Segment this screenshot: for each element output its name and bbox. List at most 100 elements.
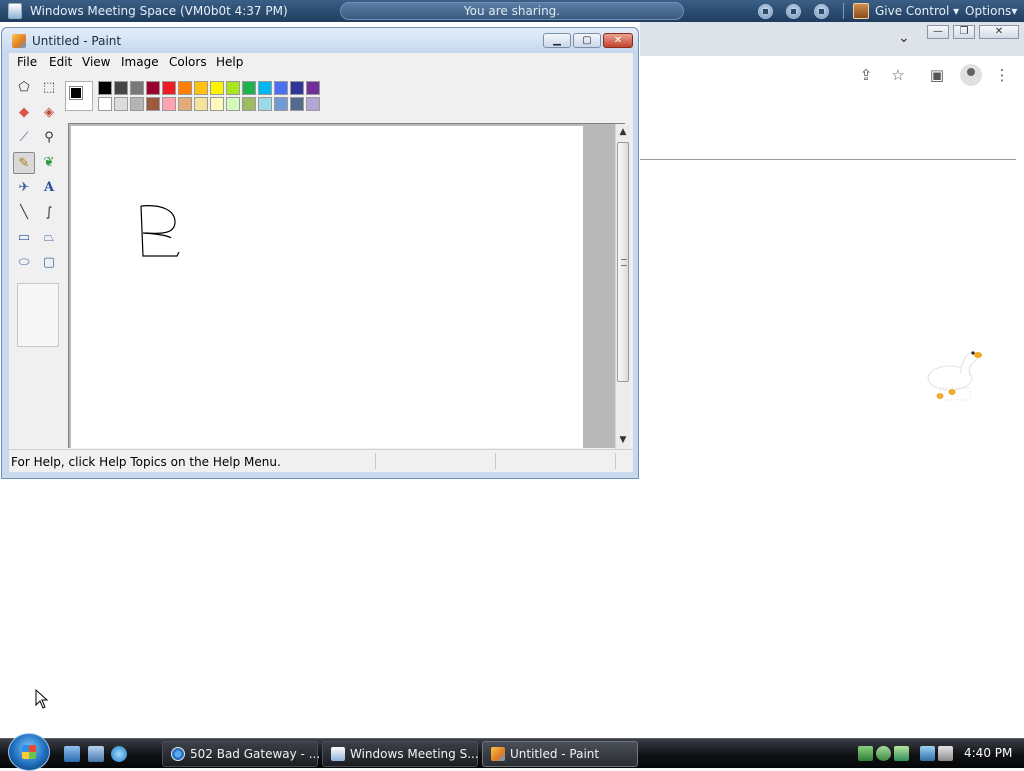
sync-icon[interactable] xyxy=(894,746,909,761)
browser-tab-strip: ⌄ — ❐ ✕ xyxy=(640,22,1024,56)
more-menu-icon[interactable]: ⋮ xyxy=(993,66,1011,84)
palette-swatch[interactable] xyxy=(290,97,304,111)
chevron-down-icon[interactable]: ⌄ xyxy=(898,30,910,46)
palette-swatch[interactable] xyxy=(274,97,288,111)
menu-edit[interactable]: Edit xyxy=(49,55,72,69)
palette-swatch[interactable] xyxy=(258,81,272,95)
menu-view[interactable]: View xyxy=(82,55,110,69)
line-icon[interactable]: ╲ xyxy=(13,202,35,224)
give-control-icon xyxy=(853,3,869,19)
menu-image[interactable]: Image xyxy=(121,55,159,69)
rect-select-icon[interactable]: ⬚ xyxy=(38,77,60,99)
airbrush-icon[interactable]: ✈ xyxy=(13,177,35,199)
meeting-tray-icon[interactable] xyxy=(858,746,873,761)
palette-swatch[interactable] xyxy=(226,97,240,111)
brush-icon[interactable]: ❦ xyxy=(38,152,60,174)
task-label: Untitled - Paint xyxy=(510,747,600,761)
palette-swatch[interactable] xyxy=(178,97,192,111)
bookmark-star-icon[interactable]: ☆ xyxy=(889,66,907,84)
palette-swatch[interactable] xyxy=(98,81,112,95)
scroll-up-icon[interactable]: ▲ xyxy=(616,125,630,139)
task-meeting-space[interactable]: Windows Meeting S... xyxy=(322,741,479,767)
palette-swatch[interactable] xyxy=(98,97,112,111)
menu-file[interactable]: File xyxy=(17,55,37,69)
text-icon[interactable]: A xyxy=(38,177,60,199)
drawing-letter: B xyxy=(71,126,72,127)
options-button[interactable]: Options▾ xyxy=(965,4,1017,18)
palette-swatch[interactable] xyxy=(306,97,320,111)
internet-explorer-icon[interactable] xyxy=(111,746,127,762)
restore-icon[interactable]: ❐ xyxy=(953,25,975,39)
profile-avatar-icon[interactable] xyxy=(960,64,982,86)
palette-swatch[interactable] xyxy=(194,81,208,95)
palette-swatch[interactable] xyxy=(274,81,288,95)
scroll-thumb[interactable] xyxy=(617,142,629,382)
close-button[interactable]: ✕ xyxy=(603,33,633,48)
palette-swatch[interactable] xyxy=(210,81,224,95)
palette-swatch[interactable] xyxy=(162,97,176,111)
task-paint[interactable]: Untitled - Paint xyxy=(482,741,638,767)
pencil-icon[interactable]: ✎ xyxy=(13,152,35,174)
share-icon[interactable]: ⇪ xyxy=(857,66,875,84)
meeting-space-title: Windows Meeting Space (VM0b0t 4:37 PM) xyxy=(30,4,288,18)
side-panel-icon[interactable]: ▣ xyxy=(928,66,946,84)
rectangle-icon[interactable]: ▭ xyxy=(13,227,35,249)
minimize-button[interactable]: ▁ xyxy=(543,33,571,48)
palette-swatch[interactable] xyxy=(242,81,256,95)
color-picker-icon[interactable]: ⟋ xyxy=(13,127,35,149)
task-browser[interactable]: 502 Bad Gateway - ... xyxy=(162,741,320,767)
tool-options-box[interactable] xyxy=(17,283,59,347)
give-control-button[interactable]: Give Control ▾ xyxy=(875,4,959,18)
palette-swatch[interactable] xyxy=(114,97,128,111)
free-select-icon[interactable]: ⬠ xyxy=(13,77,35,99)
meeting-space-icon xyxy=(331,747,345,761)
close-icon[interactable]: ✕ xyxy=(979,25,1019,39)
palette-swatch[interactable] xyxy=(258,97,272,111)
menu-help[interactable]: Help xyxy=(216,55,243,69)
status-divider xyxy=(495,453,496,469)
current-colors[interactable] xyxy=(65,81,93,111)
switch-windows-icon[interactable] xyxy=(88,746,104,762)
ellipse-icon[interactable]: ⬭ xyxy=(13,252,35,274)
task-label: Windows Meeting S... xyxy=(350,747,479,761)
palette-swatch[interactable] xyxy=(210,97,224,111)
people-near-me-icon[interactable] xyxy=(876,746,891,761)
stop-sharing-icon[interactable] xyxy=(758,4,773,19)
palette-swatch[interactable] xyxy=(130,97,144,111)
scroll-down-icon[interactable]: ▼ xyxy=(616,433,630,447)
clock[interactable]: 4:40 PM xyxy=(964,746,1012,760)
maximize-button[interactable]: ▢ xyxy=(573,33,601,48)
palette-swatch[interactable] xyxy=(146,97,160,111)
palette-swatch[interactable] xyxy=(194,97,208,111)
palette-swatch[interactable] xyxy=(162,81,176,95)
eraser-icon[interactable]: ◆ xyxy=(13,102,35,124)
polygon-icon[interactable]: ⏢ xyxy=(38,227,60,249)
palette-swatch[interactable] xyxy=(130,81,144,95)
magnifier-icon[interactable]: ⚲ xyxy=(38,127,60,149)
paint-titlebar[interactable]: Untitled - Paint ▁ ▢ ✕ xyxy=(2,28,638,54)
palette-swatch[interactable] xyxy=(114,81,128,95)
menu-colors[interactable]: Colors xyxy=(169,55,207,69)
fill-icon[interactable]: ◈ xyxy=(38,102,60,124)
vertical-scrollbar[interactable]: ▲ ▼ xyxy=(615,124,630,449)
rounded-rect-icon[interactable]: ▢ xyxy=(38,252,60,274)
show-desktop-icon[interactable] xyxy=(64,746,80,762)
curve-icon[interactable]: ∫ xyxy=(38,202,60,224)
palette-swatch[interactable] xyxy=(306,81,320,95)
sharing-status-text: You are sharing. xyxy=(463,4,561,18)
palette-swatch[interactable] xyxy=(226,81,240,95)
meeting-settings-icon[interactable] xyxy=(814,4,829,19)
palette-swatch[interactable] xyxy=(290,81,304,95)
minimize-icon[interactable]: — xyxy=(927,25,949,39)
palette-swatch[interactable] xyxy=(146,81,160,95)
mouse-pointer-icon xyxy=(35,689,49,709)
network-icon[interactable] xyxy=(920,746,935,761)
meeting-space-bar: Windows Meeting Space (VM0b0t 4:37 PM) Y… xyxy=(0,0,1024,22)
status-divider xyxy=(375,453,376,469)
volume-muted-icon[interactable] xyxy=(938,746,953,761)
pause-sharing-icon[interactable] xyxy=(786,4,801,19)
start-button[interactable] xyxy=(8,733,50,771)
drawing-canvas[interactable]: B xyxy=(71,126,583,448)
palette-swatch[interactable] xyxy=(242,97,256,111)
palette-swatch[interactable] xyxy=(178,81,192,95)
